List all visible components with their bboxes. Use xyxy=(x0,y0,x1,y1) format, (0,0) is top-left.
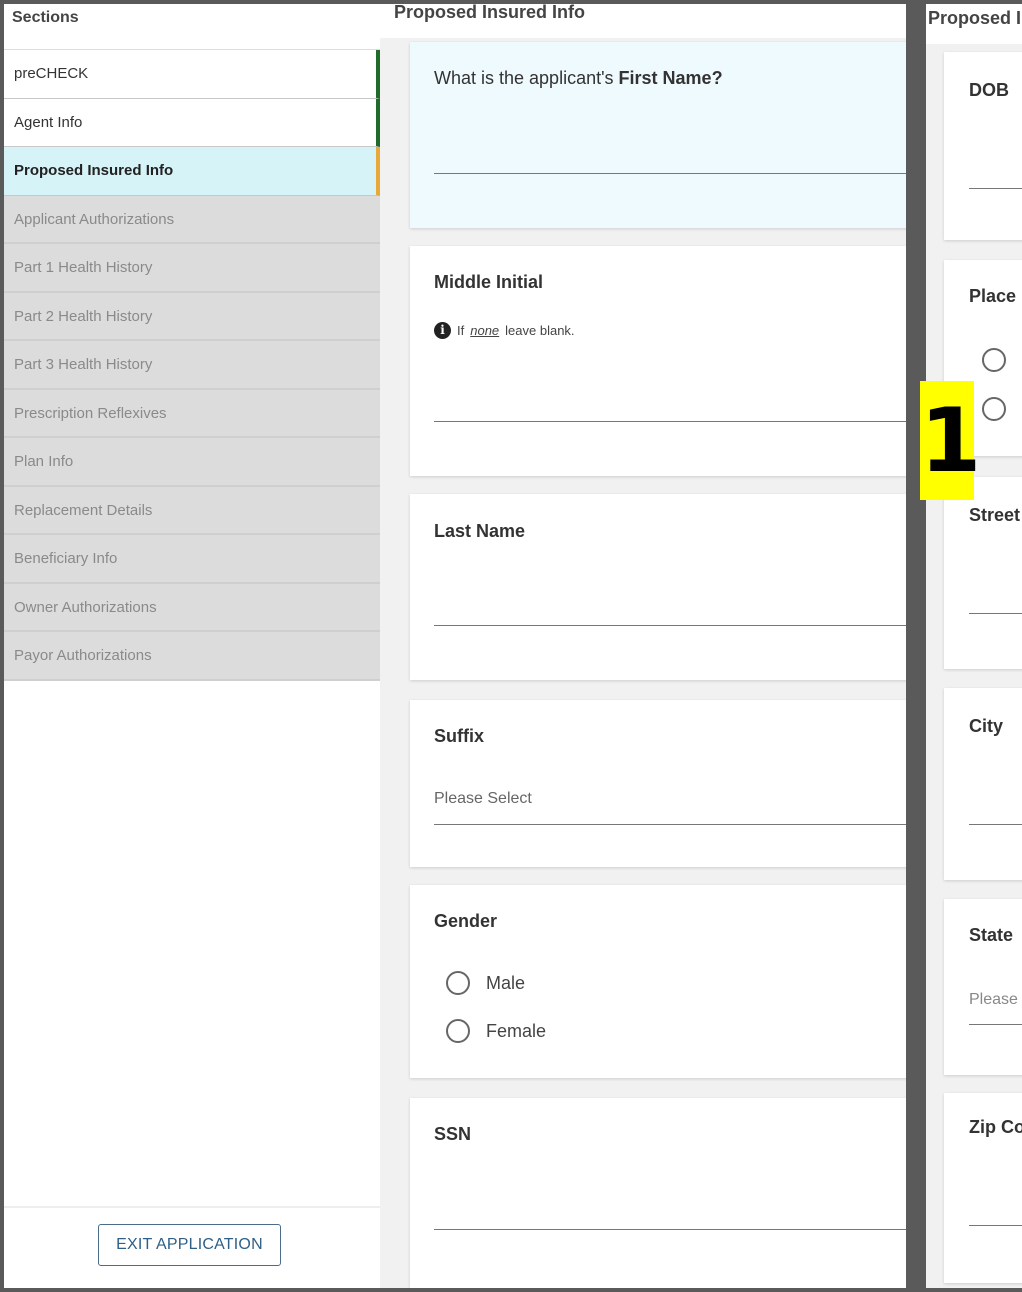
dob-input[interactable] xyxy=(969,188,1022,189)
sidebar-item-part3-health-history[interactable]: Part 3 Health History xyxy=(4,341,380,390)
sidebar-item-applicant-authorizations[interactable]: Applicant Authorizations xyxy=(4,195,380,244)
exit-application-button[interactable]: EXIT APPLICATION xyxy=(98,1224,281,1266)
state-select-underline xyxy=(969,1024,1022,1025)
gender-option-label: Female xyxy=(486,1020,547,1041)
gender-label: Gender xyxy=(434,911,498,931)
gender-option-male[interactable]: Male xyxy=(446,971,525,995)
suffix-select[interactable]: Please Select xyxy=(434,790,532,808)
radio-icon[interactable] xyxy=(982,397,1006,421)
sidebar-title: Sections xyxy=(4,4,380,50)
ssn-card: SSN xyxy=(410,1098,906,1288)
sidebar-item-part2-health-history[interactable]: Part 2 Health History xyxy=(4,292,380,341)
gender-card: Gender Male Female xyxy=(410,885,906,1078)
sidebar-item-proposed-insured-info[interactable]: Proposed Insured Info xyxy=(4,147,380,196)
suffix-label: Suffix xyxy=(434,726,485,746)
zip-input[interactable] xyxy=(969,1225,1022,1226)
place-label: Place xyxy=(969,286,1017,306)
street-label: Street xyxy=(969,505,1021,525)
radio-icon[interactable] xyxy=(446,1019,470,1043)
street-card: Street xyxy=(944,477,1022,669)
state-select[interactable]: Please xyxy=(969,991,1018,1009)
sidebar-item-prescription-reflexives[interactable]: Prescription Reflexives xyxy=(4,389,380,438)
ssn-input[interactable] xyxy=(434,1229,906,1230)
proposed-insured-panel: Proposed Insured Info What is the applic… xyxy=(380,4,906,1288)
sidebar-item-plan-info[interactable]: Plan Info xyxy=(4,438,380,487)
suffix-card: Suffix Please Select xyxy=(410,700,906,867)
middle-initial-hint: i If none leave blank. xyxy=(434,322,575,339)
panel-divider xyxy=(906,0,926,1292)
radio-icon[interactable] xyxy=(446,971,470,995)
gender-option-label: Male xyxy=(486,972,526,993)
radio-icon[interactable] xyxy=(982,348,1006,372)
street-input[interactable] xyxy=(969,613,1022,614)
panel-title: Proposed Insured Info xyxy=(380,4,906,38)
panel-title-2: Proposed I xyxy=(926,4,1022,44)
sections-sidebar: Sections preCHECK Agent Info Proposed In… xyxy=(4,4,380,1288)
middle-initial-label: Middle Initial xyxy=(434,272,544,292)
dob-label: DOB xyxy=(969,80,1009,100)
hint-if: If xyxy=(457,323,465,338)
sidebar-item-precheck[interactable]: preCHECK xyxy=(4,50,380,99)
sidebar-item-beneficiary-info[interactable]: Beneficiary Info xyxy=(4,535,380,584)
last-name-input[interactable] xyxy=(434,625,906,626)
state-card: State Please xyxy=(944,899,1022,1075)
sidebar-item-owner-authorizations[interactable]: Owner Authorizations xyxy=(4,583,380,632)
state-label: State xyxy=(969,925,1014,945)
last-name-card: Last Name xyxy=(410,494,906,680)
section-nav: preCHECK Agent Info Proposed Insured Inf… xyxy=(4,50,380,681)
city-card: City xyxy=(944,688,1022,880)
sidebar-item-agent-info[interactable]: Agent Info xyxy=(4,98,380,147)
sidebar-item-replacement-details[interactable]: Replacement Details xyxy=(4,486,380,535)
hint-none: none xyxy=(470,323,500,338)
first-name-input[interactable] xyxy=(434,173,906,174)
proposed-insured-panel-2: Proposed I DOB Place Street City State P… xyxy=(926,4,1022,1288)
city-label: City xyxy=(969,716,1004,736)
middle-initial-input[interactable] xyxy=(434,421,906,422)
sidebar-item-part1-health-history[interactable]: Part 1 Health History xyxy=(4,244,380,293)
hint-rest: leave blank. xyxy=(505,323,575,338)
step-marker-badge: 1 xyxy=(920,381,981,500)
zip-label: Zip Co xyxy=(969,1117,1022,1137)
first-name-card: What is the applicant's First Name? xyxy=(410,42,906,228)
question-text: What is the applicant's xyxy=(434,68,619,88)
first-name-question: What is the applicant's First Name? xyxy=(434,68,723,89)
sidebar-footer: EXIT APPLICATION xyxy=(4,1206,380,1288)
info-icon: i xyxy=(434,322,451,339)
ssn-label: SSN xyxy=(434,1124,472,1144)
zip-card: Zip Co xyxy=(944,1093,1022,1283)
sidebar-item-payor-authorizations[interactable]: Payor Authorizations xyxy=(4,632,380,681)
middle-initial-card: Middle Initial i If none leave blank. xyxy=(410,246,906,476)
question-bold-text: First Name? xyxy=(618,68,723,88)
city-input[interactable] xyxy=(969,824,1022,825)
last-name-label: Last Name xyxy=(434,521,526,541)
dob-card: DOB xyxy=(944,52,1022,240)
gender-option-female[interactable]: Female xyxy=(446,1019,546,1043)
suffix-select-underline xyxy=(434,824,906,825)
